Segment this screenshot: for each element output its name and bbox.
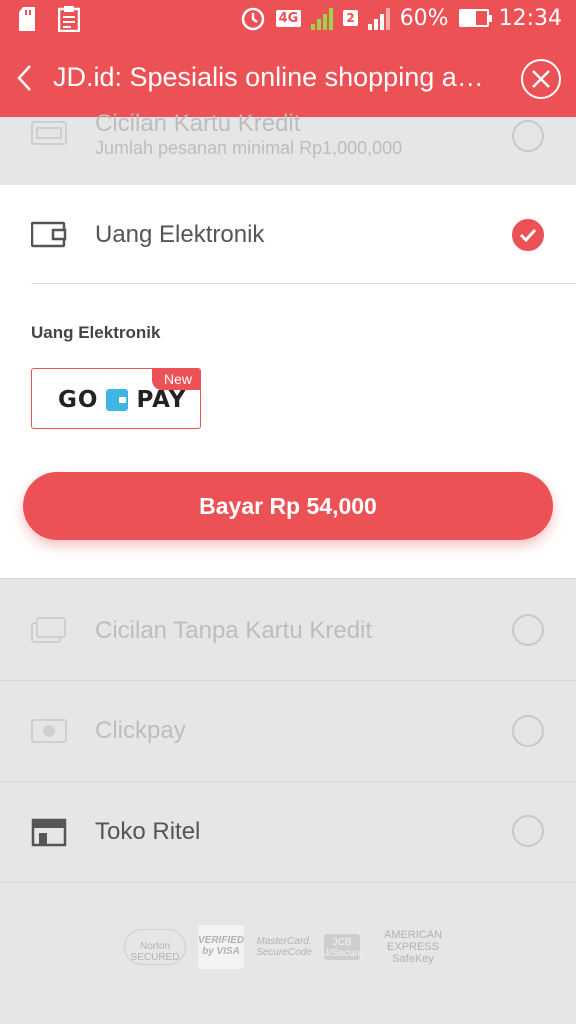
radio-button[interactable] [512,120,544,152]
payment-option-label: Uang Elektronik [95,221,265,248]
cards-icon [31,616,67,644]
status-bar: 4G 2 60% 12:34 [0,0,576,40]
mastercard-securecode-badge: MasterCard. SecureCode [256,936,312,958]
gopay-logo-pay: PAY [136,387,187,413]
payment-option-note: Jumlah pesanan minimal Rp1,000,000 [95,138,403,158]
divider [31,283,576,284]
new-badge: New [151,369,200,390]
gopay-option[interactable]: GO PAY New [31,368,201,429]
payment-option-cicilan-kartu-kredit[interactable]: Cicilan Kartu Kredit Jumlah pesanan mini… [0,110,576,184]
payment-option-cicilan-tanpa-kartu-kredit[interactable]: Cicilan Tanpa Kartu Kredit [0,579,576,680]
sd-card-icon [16,6,42,32]
payment-option-label: Toko Ritel [95,818,201,845]
back-arrow-icon[interactable] [12,60,38,96]
verified-by-visa-badge: VERIFIED by VISA [198,925,244,969]
app-bar: JD.id: Spesialis online shopping a… [0,40,576,117]
credit-card-icon [31,119,67,147]
store-icon [31,817,67,847]
wallet-icon [30,220,67,248]
gopay-logo-go: GO [58,387,99,413]
payment-option-uang-elektronik[interactable]: Uang Elektronik [0,185,576,283]
signal-icon-2 [367,6,390,30]
amex-safekey-badge: AMERICAN EXPRESS SafeKey [383,929,443,965]
gopay-wallet-icon [106,389,129,411]
radio-button[interactable] [512,715,544,747]
divider [0,882,576,883]
payment-option-label: Cicilan Kartu Kredit [95,110,301,137]
battery-fill [460,11,477,25]
payment-option-clickpay[interactable]: Clickpay [0,681,576,781]
radio-button[interactable] [512,815,544,847]
close-icon[interactable] [521,59,561,99]
checkmark-icon [519,228,537,243]
alarm-icon [240,5,266,31]
jcb-jsecure-badge: JCB J/Secure [324,934,363,960]
page-title: JD.id: Spesialis online shopping a… [53,62,484,92]
payment-option-label: Cicilan Tanpa Kartu Kredit [95,617,373,644]
sim-slot-label: 2 [343,10,358,26]
pay-button[interactable]: Bayar Rp 54,000 [23,472,553,540]
clickpay-icon [31,717,67,745]
clock: 12:34 [498,5,562,31]
radio-button-checked[interactable] [512,219,544,251]
network-type-label: 4G [275,9,302,27]
battery-icon [458,9,492,27]
battery-percent: 60% [399,5,449,31]
ewallet-section-title: Uang Elektronik [31,323,161,342]
security-badges: Norton SECURED VERIFIED by VISA MasterCa… [124,925,454,969]
clipboard-icon [56,6,82,32]
payment-option-toko-ritel[interactable]: Toko Ritel [0,782,576,882]
payment-option-label: Clickpay [95,717,186,744]
signal-icon [311,6,334,30]
radio-button[interactable] [512,614,544,646]
gopay-logo: GO PAY [58,387,186,413]
norton-badge: Norton SECURED [124,929,186,965]
